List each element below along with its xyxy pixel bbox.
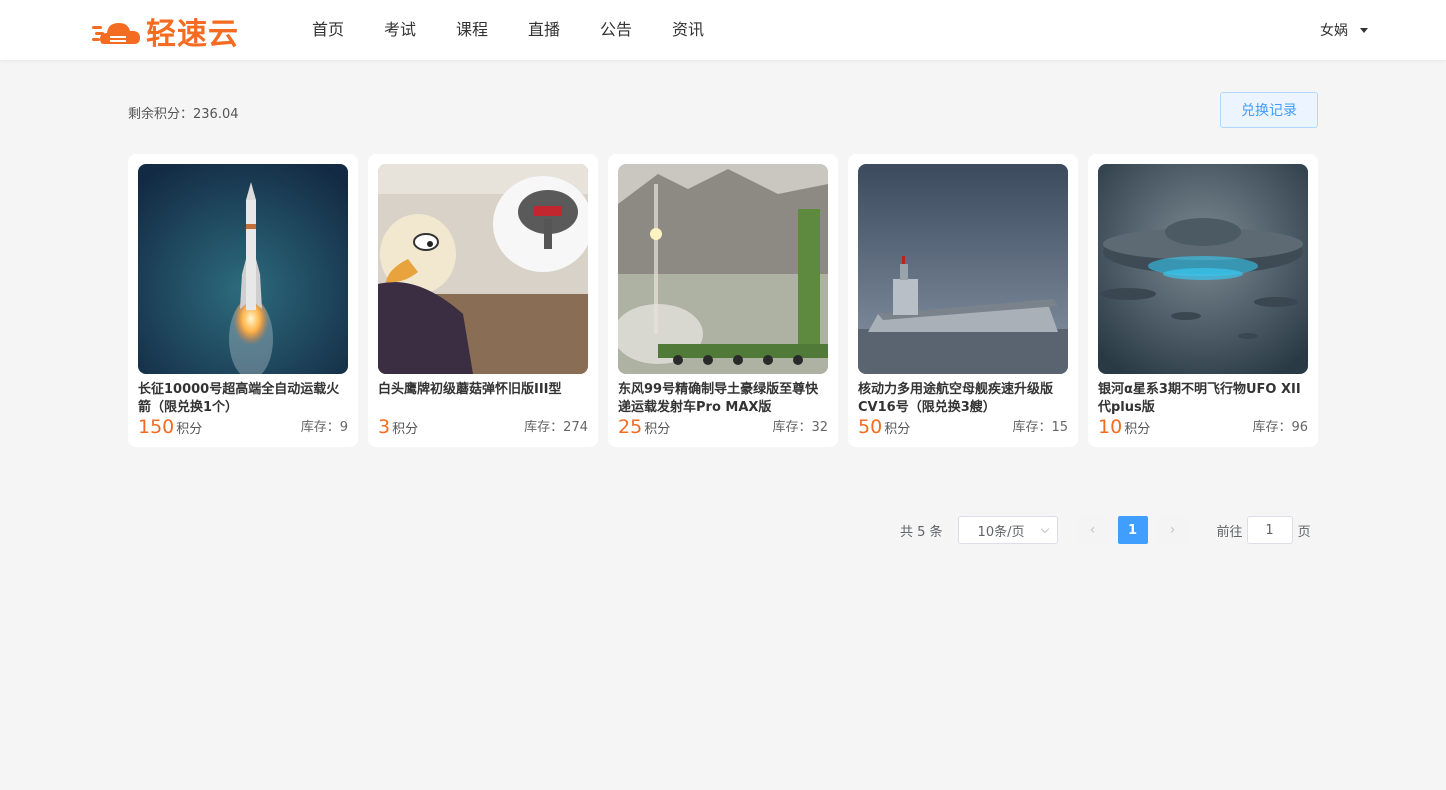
- page-suffix: 页: [1297, 524, 1311, 540]
- product-card[interactable]: 核动力多用途航空母舰疾速升级版CV16号（限兑换3艘） 50 积分 库存：15: [848, 154, 1078, 447]
- chevron-left-icon: ‹: [1089, 522, 1096, 538]
- product-card[interactable]: 银河α星系3期不明飞行物UFO XII代plus版 10 积分 库存：96: [1088, 154, 1318, 447]
- price-value: 10: [1098, 416, 1123, 438]
- goto-page-input[interactable]: [1246, 516, 1293, 544]
- product-price: 50 积分: [858, 416, 910, 438]
- price-unit: 积分: [392, 422, 419, 437]
- price-value: 50: [858, 416, 883, 438]
- product-price: 25 积分: [618, 416, 670, 438]
- price-value: 150: [138, 416, 175, 438]
- product-card[interactable]: 东风99号精确制导土豪绿版至尊快递运载发射车Pro MAX版 25 积分 库存：…: [608, 154, 838, 447]
- top-header: 轻速云 首页 考试 课程 直播 公告 资讯 女娲: [0, 0, 1446, 60]
- goto-page: 前往 页: [1217, 516, 1311, 544]
- user-menu[interactable]: 女娲: [1320, 0, 1368, 60]
- ufo-image[interactable]: [1098, 164, 1308, 374]
- product-grid: 长征10000号超高端全自动运载火箭（限兑换1个） 150 积分 库存：9 白头…: [128, 154, 1318, 447]
- product-stock: 库存：274: [524, 420, 588, 435]
- product-stock: 库存：15: [1012, 420, 1068, 435]
- caret-down-icon: [1360, 27, 1368, 33]
- nav-item-course[interactable]: 课程: [436, 0, 508, 60]
- remaining-points: 剩余积分：236.04: [128, 107, 239, 122]
- price-unit: 积分: [1124, 422, 1151, 437]
- price-unit: 积分: [644, 422, 671, 437]
- main-nav: 首页 考试 课程 直播 公告 资讯: [292, 0, 724, 60]
- page-number-current[interactable]: 1: [1117, 516, 1148, 544]
- product-price: 150 积分: [138, 416, 202, 438]
- logo-text: 轻速云: [146, 17, 239, 52]
- nav-item-exam[interactable]: 考试: [364, 0, 436, 60]
- product-price: 10 积分: [1098, 416, 1150, 438]
- chevron-right-icon: ›: [1169, 522, 1176, 538]
- product-meta: 150 积分 库存：9: [138, 414, 348, 438]
- product-price: 3 积分: [378, 416, 418, 438]
- price-unit: 积分: [176, 422, 203, 437]
- product-card[interactable]: 白头鹰牌初级蘑菇弹怀旧版III型 3 积分 库存：274: [368, 154, 598, 447]
- price-value: 3: [378, 416, 391, 438]
- product-meta: 10 积分 库存：96: [1098, 414, 1308, 438]
- cloud-logo-icon: [92, 14, 144, 48]
- user-name: 女娲: [1320, 23, 1348, 39]
- exchange-record-button[interactable]: 兑换记录: [1220, 92, 1318, 128]
- eagle-cartoon-image[interactable]: [378, 164, 588, 374]
- product-stock: 库存：96: [1252, 420, 1308, 435]
- chevron-down-icon: [1040, 524, 1049, 534]
- product-title[interactable]: 白头鹰牌初级蘑菇弹怀旧版III型: [378, 381, 588, 417]
- nav-item-home[interactable]: 首页: [292, 0, 364, 60]
- pagination: 共 5 条 10条/页 ‹ 1 › 前往 页: [900, 516, 1311, 544]
- goto-label: 前往: [1216, 524, 1243, 540]
- nav-item-news[interactable]: 资讯: [652, 0, 724, 60]
- product-meta: 25 积分 库存：32: [618, 414, 828, 438]
- product-stock: 库存：32: [772, 420, 828, 435]
- logo[interactable]: 轻速云: [92, 14, 239, 52]
- missile-launcher-image[interactable]: [618, 164, 828, 374]
- product-meta: 50 积分 库存：15: [858, 414, 1068, 438]
- product-title[interactable]: 核动力多用途航空母舰疾速升级版CV16号（限兑换3艘）: [858, 381, 1068, 417]
- product-stock: 库存：9: [300, 420, 348, 435]
- price-value: 25: [618, 416, 643, 438]
- product-title[interactable]: 银河α星系3期不明飞行物UFO XII代plus版: [1098, 381, 1308, 417]
- prev-page-button[interactable]: ‹: [1077, 516, 1108, 544]
- product-card[interactable]: 长征10000号超高端全自动运载火箭（限兑换1个） 150 积分 库存：9: [128, 154, 358, 447]
- product-title[interactable]: 东风99号精确制导土豪绿版至尊快递运载发射车Pro MAX版: [618, 381, 828, 417]
- page-size-value: 10条/页: [977, 524, 1025, 540]
- product-meta: 3 积分 库存：274: [378, 414, 588, 438]
- price-unit: 积分: [884, 422, 911, 437]
- product-title[interactable]: 长征10000号超高端全自动运载火箭（限兑换1个）: [138, 381, 348, 417]
- next-page-button[interactable]: ›: [1157, 516, 1188, 544]
- pagination-total: 共 5 条: [900, 524, 943, 540]
- rocket-launch-image[interactable]: [138, 164, 348, 374]
- nav-item-notice[interactable]: 公告: [580, 0, 652, 60]
- aircraft-carrier-image[interactable]: [858, 164, 1068, 374]
- nav-item-live[interactable]: 直播: [508, 0, 580, 60]
- page-size-select[interactable]: 10条/页: [957, 516, 1058, 544]
